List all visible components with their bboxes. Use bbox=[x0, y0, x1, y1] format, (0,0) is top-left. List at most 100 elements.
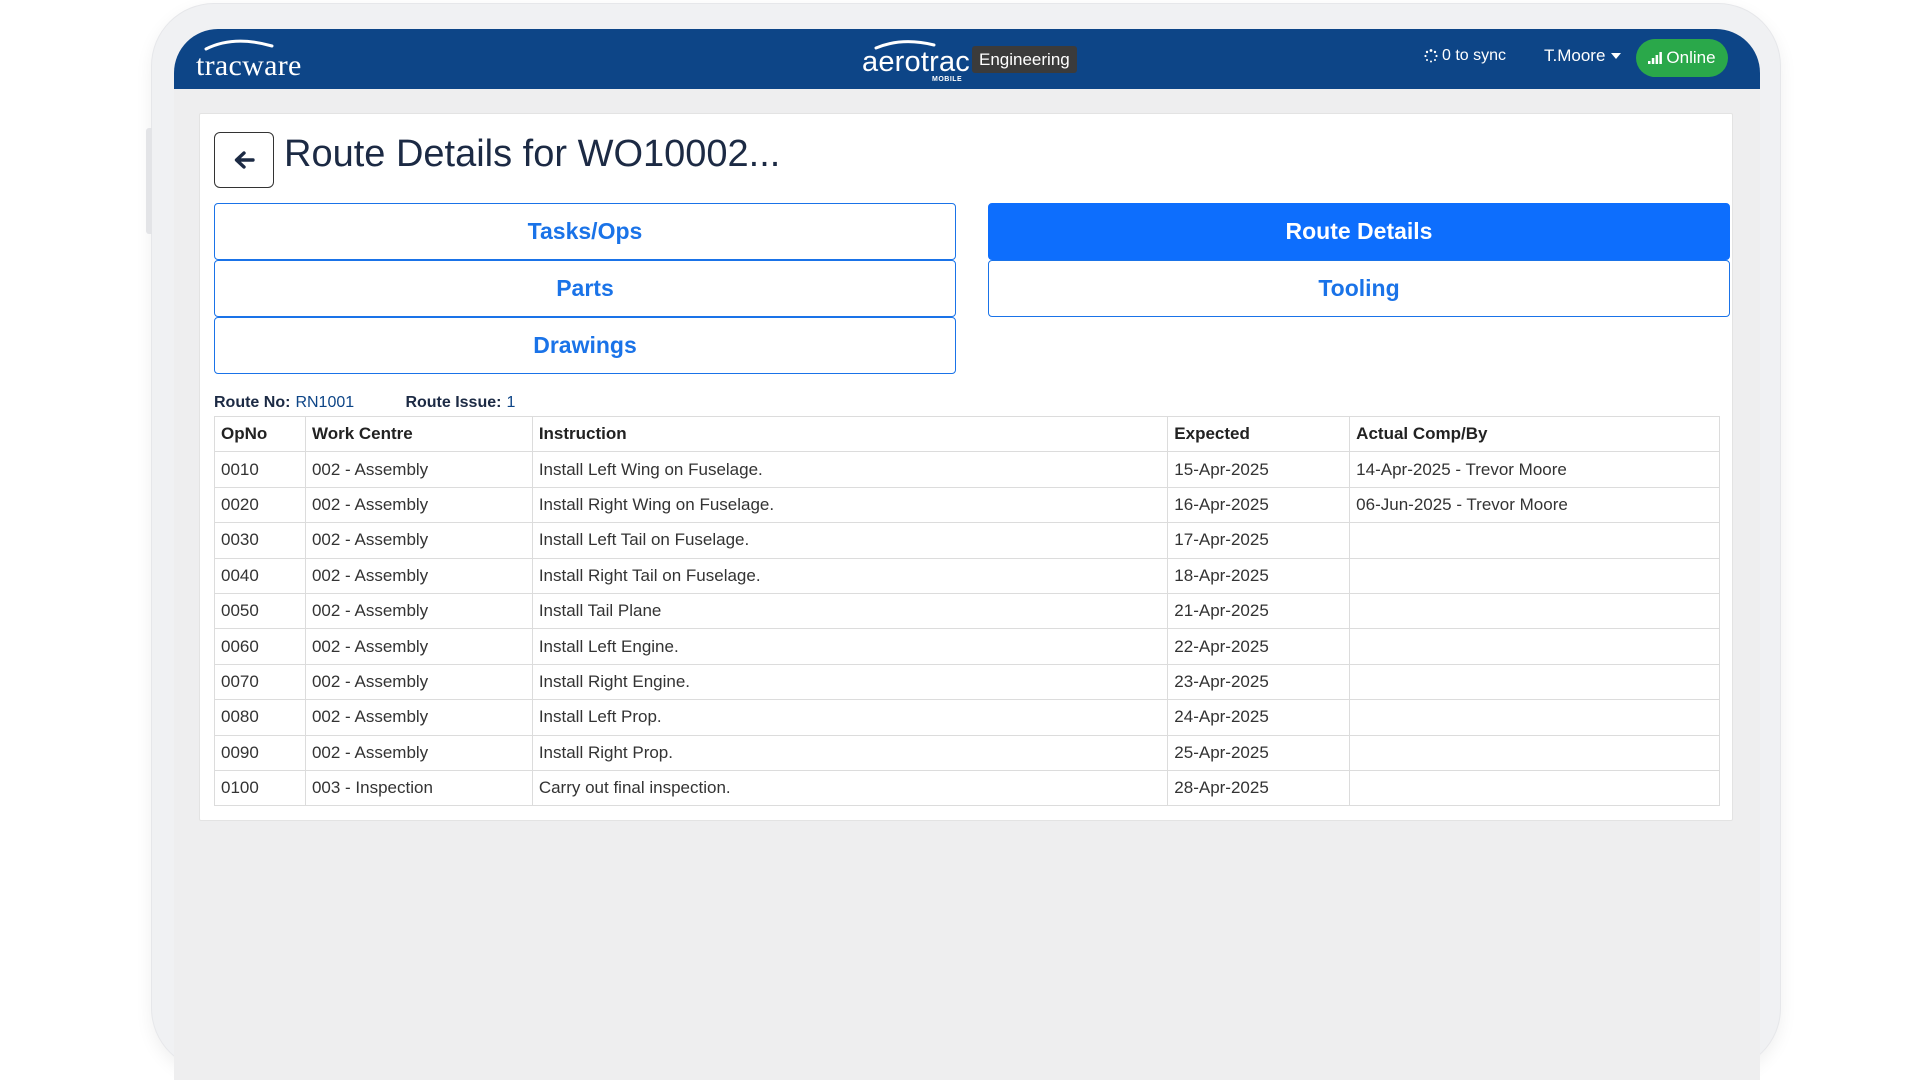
instruction-cell: Install Right Prop. bbox=[531, 734, 1169, 771]
op-no-cell: 0100 bbox=[214, 769, 306, 807]
table-body: 0010 002 - Assembly Install Left Wing on F… bbox=[214, 451, 1720, 807]
actual-comp-cell bbox=[1349, 734, 1720, 771]
actual-comp-cell bbox=[1349, 663, 1720, 701]
aerotrac-logo: aerotrac MOBILE bbox=[862, 36, 972, 84]
instruction-cell: Install Right Wing on Fuselage. bbox=[531, 486, 1169, 524]
work-centre-cell: 002 - Assembly bbox=[304, 557, 533, 594]
operations-table: OpNo Work Centre Instruction Expected Ac… bbox=[214, 415, 1720, 807]
op-no-cell: 0060 bbox=[214, 628, 306, 665]
actual-comp-cell: 14-Apr-2025 - Trevor Moore bbox=[1349, 451, 1720, 488]
aerotrac-logo-subtext: MOBILE bbox=[932, 76, 963, 83]
instruction-cell: Install Left Wing on Fuselage. bbox=[531, 451, 1169, 488]
column-header: Instruction bbox=[531, 415, 1169, 453]
route-meta: Route No: RN1001 Route Issue: 1 bbox=[214, 394, 515, 412]
table-row[interactable]: 0060 002 - Assembly Install Left Engine. 22… bbox=[214, 628, 1720, 665]
table-row[interactable]: 0040 002 - Assembly Install Right Tail on … bbox=[214, 557, 1720, 594]
op-no-cell: 0090 bbox=[214, 734, 306, 771]
sync-status[interactable]: 0 to sync bbox=[1424, 47, 1506, 65]
column-header: OpNo bbox=[214, 415, 306, 453]
op-no-cell: 0040 bbox=[214, 557, 306, 594]
route-no-label: Route No: bbox=[214, 394, 291, 411]
op-no-cell: 0050 bbox=[214, 592, 306, 630]
expected-date-cell: 23-Apr-2025 bbox=[1167, 663, 1351, 701]
instruction-cell: Install Left Prop. bbox=[531, 699, 1169, 736]
page-title: Route Details for WO10002... bbox=[284, 133, 781, 175]
tab-route-details[interactable]: Route Details bbox=[988, 203, 1730, 260]
actual-comp-cell bbox=[1349, 522, 1720, 559]
op-no-cell: 0080 bbox=[214, 699, 306, 736]
expected-date-cell: 25-Apr-2025 bbox=[1167, 734, 1351, 771]
tab-drawings[interactable]: Drawings bbox=[214, 317, 956, 374]
user-name: T.Moore bbox=[1544, 46, 1606, 65]
work-centre-cell: 002 - Assembly bbox=[304, 486, 533, 524]
expected-date-cell: 21-Apr-2025 bbox=[1167, 592, 1351, 630]
expected-date-cell: 28-Apr-2025 bbox=[1167, 769, 1351, 807]
column-header: Expected bbox=[1167, 415, 1351, 453]
sync-spinner-icon bbox=[1424, 49, 1438, 63]
actual-comp-cell bbox=[1349, 699, 1720, 736]
table-row[interactable]: 0010 002 - Assembly Install Left Wing on F… bbox=[214, 451, 1720, 488]
module-badge: Engineering bbox=[972, 46, 1077, 73]
op-no-cell: 0070 bbox=[214, 663, 306, 701]
work-centre-cell: 002 - Assembly bbox=[304, 699, 533, 736]
sync-text: 0 to sync bbox=[1442, 47, 1507, 64]
work-centre-cell: 002 - Assembly bbox=[304, 734, 533, 771]
route-issue-label: Route Issue: bbox=[405, 394, 502, 411]
column-header: Work Centre bbox=[304, 415, 533, 453]
work-centre-cell: 002 - Assembly bbox=[304, 663, 533, 701]
work-centre-cell: 003 - Inspection bbox=[304, 769, 533, 807]
expected-date-cell: 24-Apr-2025 bbox=[1167, 699, 1351, 736]
table-row[interactable]: 0050 002 - Assembly Install Tail Plane 21-A… bbox=[214, 592, 1720, 630]
instruction-cell: Install Left Tail on Fuselage. bbox=[531, 522, 1169, 559]
status-text: Online bbox=[1666, 48, 1716, 67]
expected-date-cell: 22-Apr-2025 bbox=[1167, 628, 1351, 665]
actual-comp-cell bbox=[1349, 557, 1720, 594]
instruction-cell: Install Right Tail on Fuselage. bbox=[531, 557, 1169, 594]
work-centre-cell: 002 - Assembly bbox=[304, 451, 533, 488]
expected-date-cell: 16-Apr-2025 bbox=[1167, 486, 1351, 524]
user-menu[interactable]: T.Moore bbox=[1544, 46, 1622, 66]
app-screen: tracware aerotrac MOBILE Engineering 0 t… bbox=[174, 29, 1760, 1080]
table-row[interactable]: 0070 002 - Assembly Install Right Engine. 2… bbox=[214, 663, 1720, 701]
tab-parts[interactable]: Parts bbox=[214, 260, 956, 317]
actual-comp-cell bbox=[1349, 769, 1720, 807]
actual-comp-cell bbox=[1349, 628, 1720, 665]
expected-date-cell: 15-Apr-2025 bbox=[1167, 451, 1351, 488]
connection-status-button[interactable]: Online bbox=[1636, 39, 1728, 77]
actual-comp-cell: 06-Jun-2025 - Trevor Moore bbox=[1349, 486, 1720, 524]
work-centre-cell: 002 - Assembly bbox=[304, 592, 533, 630]
tracware-logo: tracware bbox=[196, 36, 321, 82]
instruction-cell: Install Left Engine. bbox=[531, 628, 1169, 665]
expected-date-cell: 17-Apr-2025 bbox=[1167, 522, 1351, 559]
arrow-left-icon bbox=[234, 151, 255, 169]
chevron-down-icon bbox=[1611, 53, 1622, 59]
tab-tooling[interactable]: Tooling bbox=[988, 260, 1730, 317]
work-centre-cell: 002 - Assembly bbox=[304, 628, 533, 665]
table-row[interactable]: 0080 002 - Assembly Install Left Prop. 24-A… bbox=[214, 699, 1720, 736]
op-no-cell: 0030 bbox=[214, 522, 306, 559]
signal-icon bbox=[1648, 52, 1663, 64]
work-centre-cell: 002 - Assembly bbox=[304, 522, 533, 559]
table-row[interactable]: 0020 002 - Assembly Install Right Wing on … bbox=[214, 486, 1720, 524]
table-header-row: OpNo Work Centre Instruction Expected Ac… bbox=[214, 415, 1720, 453]
tab-tasks-ops[interactable]: Tasks/Ops bbox=[214, 203, 956, 260]
expected-date-cell: 18-Apr-2025 bbox=[1167, 557, 1351, 594]
back-button[interactable] bbox=[214, 132, 274, 188]
column-header: Actual Comp/By bbox=[1349, 415, 1720, 453]
instruction-cell: Carry out final inspection. bbox=[531, 769, 1169, 807]
table-row[interactable]: 0090 002 - Assembly Install Right Prop. 25-… bbox=[214, 734, 1720, 771]
route-details-card: Route Details for WO10002... Tasks/Ops R… bbox=[199, 113, 1733, 821]
op-no-cell: 0010 bbox=[214, 451, 306, 488]
table-row[interactable]: 0030 002 - Assembly Install Left Tail on F… bbox=[214, 522, 1720, 559]
aerotrac-logo-text: aerotrac bbox=[862, 46, 970, 78]
table-row[interactable]: 0100 003 - Inspection Carry out final insp… bbox=[214, 769, 1720, 807]
route-no-value: RN1001 bbox=[295, 394, 355, 411]
tracware-logo-text: tracware bbox=[196, 49, 302, 82]
instruction-cell: Install Tail Plane bbox=[531, 592, 1169, 630]
route-issue-value: 1 bbox=[506, 394, 516, 411]
op-no-cell: 0020 bbox=[214, 486, 306, 524]
tablet-side-button bbox=[146, 128, 152, 234]
instruction-cell: Install Right Engine. bbox=[531, 663, 1169, 701]
top-navbar: tracware aerotrac MOBILE Engineering 0 t… bbox=[174, 29, 1760, 89]
actual-comp-cell bbox=[1349, 592, 1720, 630]
